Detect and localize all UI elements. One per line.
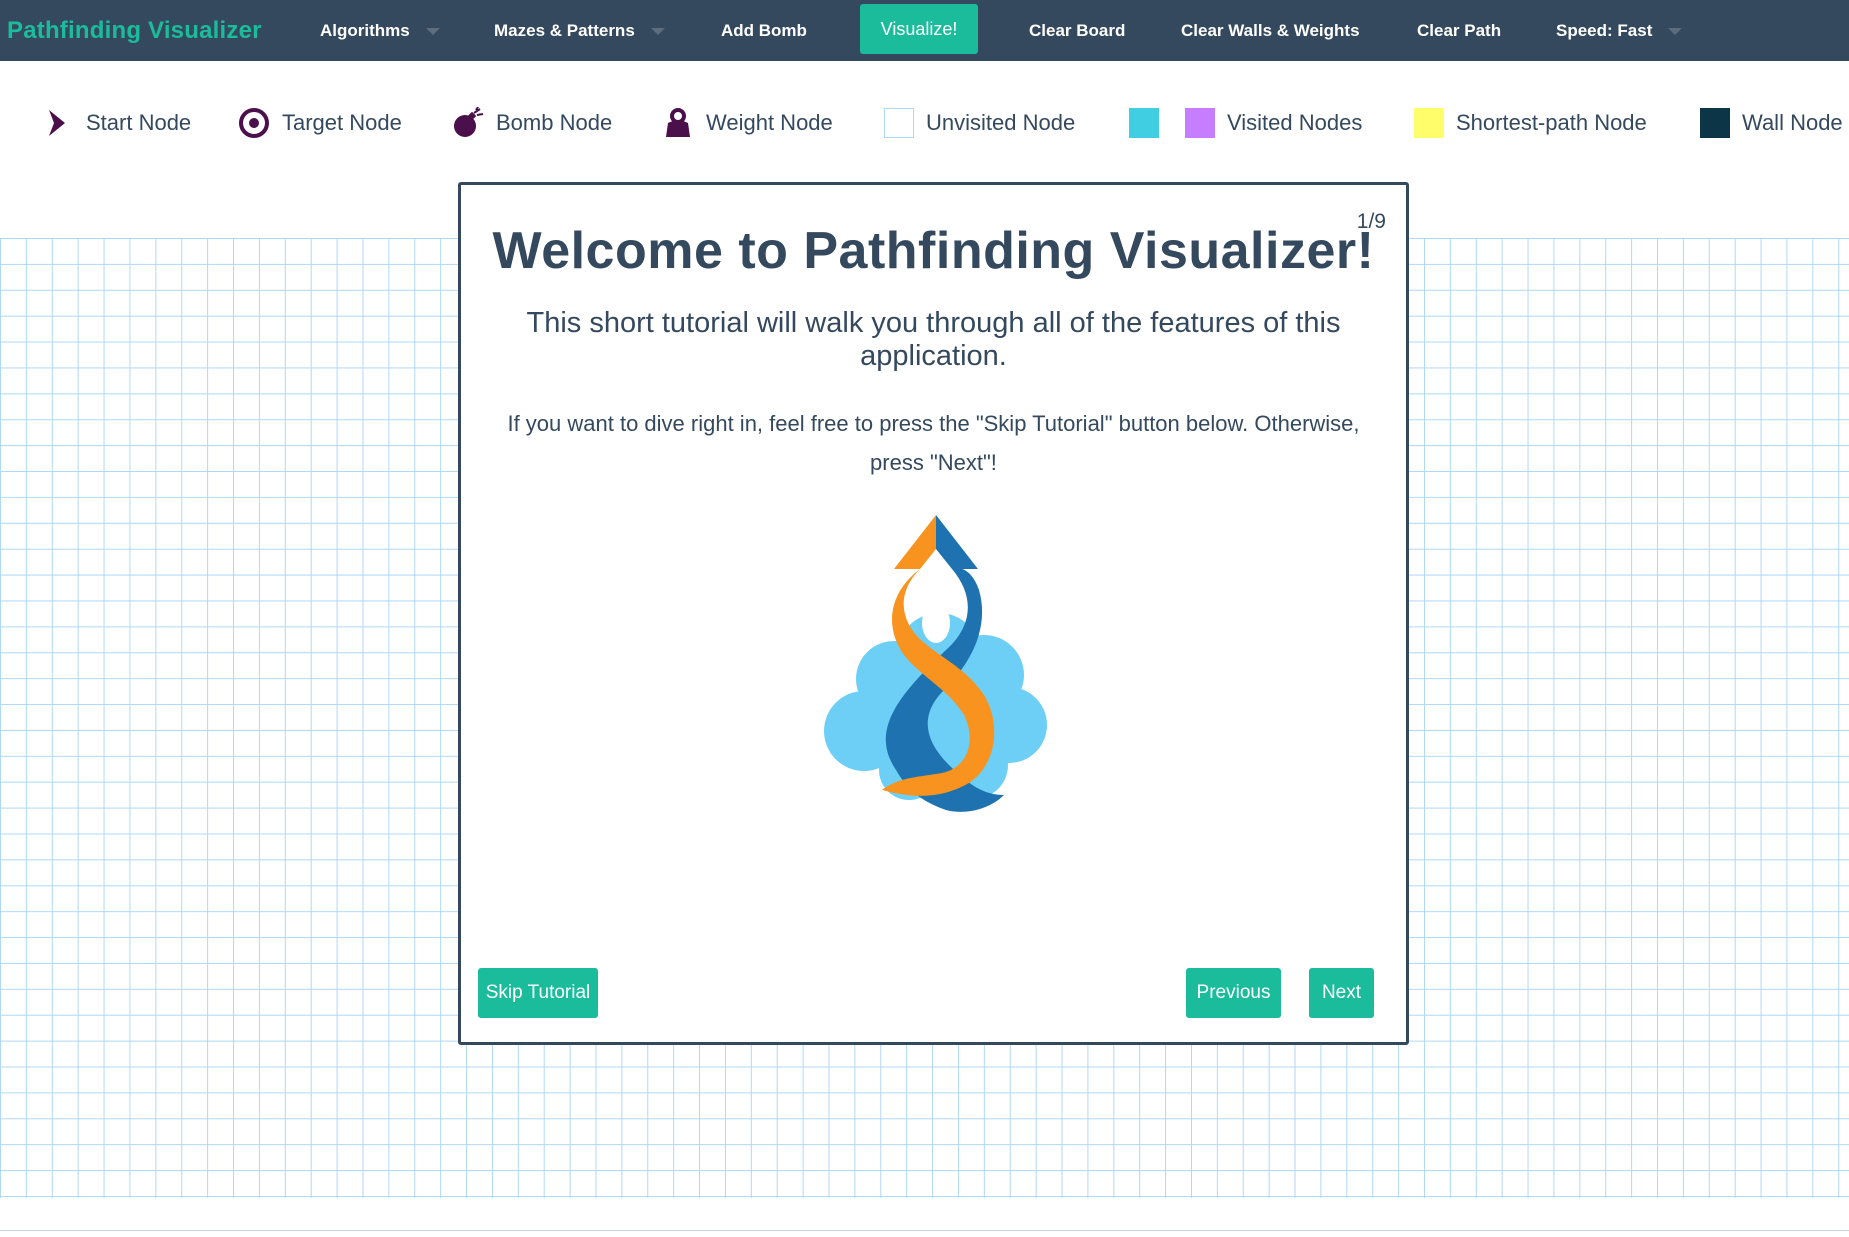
chevron-down-icon [1668, 28, 1683, 35]
bomb-icon [452, 107, 484, 139]
legend-target-label: Target Node [282, 110, 402, 135]
clear-walls-weights-button[interactable]: Clear Walls & Weights [1181, 0, 1360, 61]
legend-start-label: Start Node [86, 110, 192, 135]
algorithms-label: Algorithms [320, 20, 410, 40]
skip-tutorial-button[interactable]: Skip Tutorial [478, 968, 598, 1018]
chevron-down-icon [425, 28, 440, 35]
visualize-button[interactable]: Visualize! [860, 4, 978, 54]
legend-unvisited-label: Unvisited Node [926, 110, 1076, 135]
legend-visited: Visited Nodes [1129, 100, 1362, 146]
speed-dropdown[interactable]: Speed: Fast [1556, 0, 1683, 61]
legend-bomb: Bomb Node [452, 100, 612, 146]
algorithms-dropdown[interactable]: Algorithms [320, 0, 440, 61]
shortest-path-swatch [1414, 108, 1444, 138]
legend-unvisited: Unvisited Node [884, 100, 1075, 146]
tutorial-title: Welcome to Pathfinding Visualizer! [492, 222, 1375, 280]
tutorial-modal: 1/9 Welcome to Pathfinding Visualizer! T… [458, 182, 1409, 1045]
visited-swatch-b [1185, 108, 1215, 138]
mazes-dropdown[interactable]: Mazes & Patterns [494, 0, 665, 61]
pathfinding-logo-icon [824, 515, 1047, 812]
target-node-icon [238, 107, 270, 139]
add-bomb-button[interactable]: Add Bomb [721, 0, 807, 61]
tutorial-body: If you want to dive right in, feel free … [507, 411, 1360, 475]
legend: Start Node Target Node Bomb Node Weight … [0, 100, 1849, 146]
chevron-down-icon [650, 28, 665, 35]
speed-label: Speed: Fast [1556, 20, 1653, 40]
mazes-label: Mazes & Patterns [494, 20, 635, 40]
legend-bomb-label: Bomb Node [496, 110, 613, 135]
start-node-icon [42, 107, 74, 139]
legend-wall: Wall Node [1700, 100, 1843, 146]
legend-weight-label: Weight Node [706, 110, 833, 135]
clear-board-button[interactable]: Clear Board [1029, 0, 1125, 61]
legend-weight: Weight Node [662, 100, 833, 146]
navbar: Pathfinding Visualizer Algorithms Mazes … [0, 0, 1849, 61]
next-button[interactable]: Next [1309, 968, 1374, 1018]
legend-shortest-label: Shortest-path Node [1456, 110, 1647, 135]
brand-title[interactable]: Pathfinding Visualizer [0, 17, 300, 45]
tutorial-subtitle: This short tutorial will walk you throug… [526, 307, 1341, 372]
legend-start: Start Node [42, 100, 191, 146]
divider [0, 1230, 1849, 1231]
wall-swatch [1700, 108, 1730, 138]
visited-swatch-a [1129, 108, 1159, 138]
clear-path-button[interactable]: Clear Path [1417, 0, 1501, 61]
unvisited-swatch [884, 108, 914, 138]
weight-icon [662, 107, 694, 139]
legend-wall-label: Wall Node [1742, 110, 1843, 135]
legend-shortest: Shortest-path Node [1414, 100, 1647, 146]
legend-visited-label: Visited Nodes [1227, 110, 1363, 135]
previous-button[interactable]: Previous [1186, 968, 1281, 1018]
legend-target: Target Node [238, 100, 402, 146]
